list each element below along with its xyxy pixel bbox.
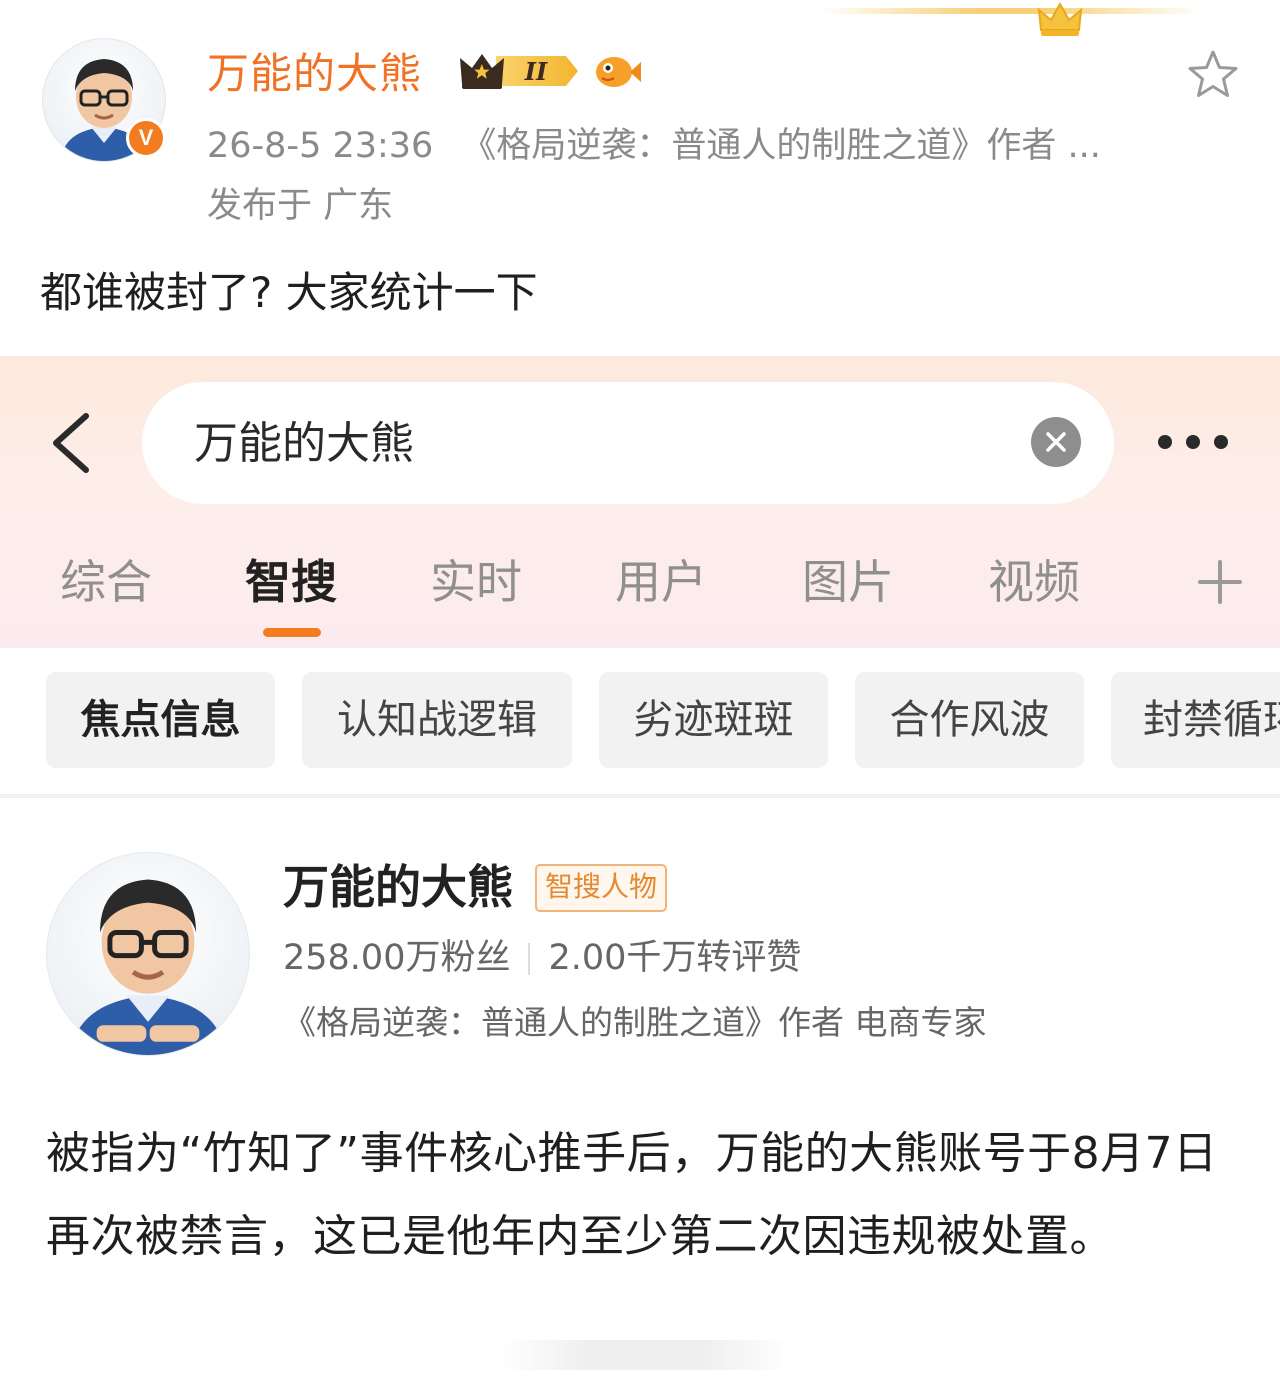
chip-cooperation-dispute[interactable]: 合作风波	[855, 672, 1084, 768]
verified-badge-icon: V	[126, 118, 166, 158]
crown-vip-icon[interactable]: II	[458, 50, 582, 92]
crown-decoration-icon	[1037, 1, 1083, 36]
stats-divider	[528, 943, 531, 975]
summary-text: 被指为“竹知了”事件核心推手后，万能的大熊账号于8月7日再次被禁言，这已是他年内…	[46, 1128, 1218, 1262]
post-author-desc: 《格局逆袭：普通人的制胜之道》作者 ...	[461, 126, 1101, 166]
star-icon[interactable]	[1186, 48, 1240, 102]
chevron-left-icon[interactable]	[48, 410, 96, 476]
active-tab-underline	[263, 628, 321, 637]
svg-text:II: II	[524, 57, 548, 86]
tab-images[interactable]: 图片	[802, 550, 894, 614]
chip-focus-info[interactable]: 焦点信息	[46, 672, 275, 768]
tab-comprehensive[interactable]: 综合	[60, 550, 152, 614]
profile-name[interactable]: 万能的大熊	[283, 856, 513, 918]
tab-users[interactable]: 用户	[615, 550, 707, 614]
post-timestamp: 26-8-5 23:36	[207, 126, 434, 166]
post-meta: 26-8-5 23:36 《格局逆袭：普通人的制胜之道》作者 ...	[207, 122, 1101, 170]
tab-smart-search[interactable]: 智搜	[245, 550, 337, 614]
search-input[interactable]: 万能的大熊	[194, 414, 414, 474]
tab-realtime[interactable]: 实时	[430, 550, 522, 614]
interaction-count: 2.00千万转评赞	[548, 938, 802, 978]
fans-count: 258.00万粉丝	[283, 938, 511, 978]
post-text: 都谁被封了? 大家统计一下	[40, 268, 538, 317]
post-author-name[interactable]: 万能的大熊	[207, 46, 422, 102]
post-location: 发布于 广东	[207, 186, 394, 226]
chip-cognitive-logic[interactable]: 认知战逻辑	[302, 672, 572, 768]
chip-bad-record[interactable]: 劣迹斑斑	[599, 672, 828, 768]
cartoon-man-icon	[70, 879, 226, 1055]
top-decoration-line	[820, 8, 1200, 14]
more-dots-icon[interactable]	[1156, 430, 1230, 454]
profile-avatar[interactable]	[46, 852, 250, 1056]
smart-search-person-tag: 智搜人物	[535, 864, 668, 912]
tab-videos[interactable]: 视频	[988, 550, 1080, 614]
clear-icon[interactable]	[1031, 417, 1081, 467]
section-divider	[0, 794, 1280, 798]
plus-icon[interactable]	[1198, 560, 1242, 604]
faded-text-placeholder	[500, 1340, 790, 1370]
profile-description: 《格局逆袭：普通人的制胜之道》作者 电商专家	[283, 1003, 987, 1042]
chip-ban-cycle[interactable]: 封禁循环	[1111, 672, 1280, 768]
profile-stats: 258.00万粉丝 2.00千万转评赞	[283, 934, 801, 982]
fish-icon	[596, 57, 641, 87]
